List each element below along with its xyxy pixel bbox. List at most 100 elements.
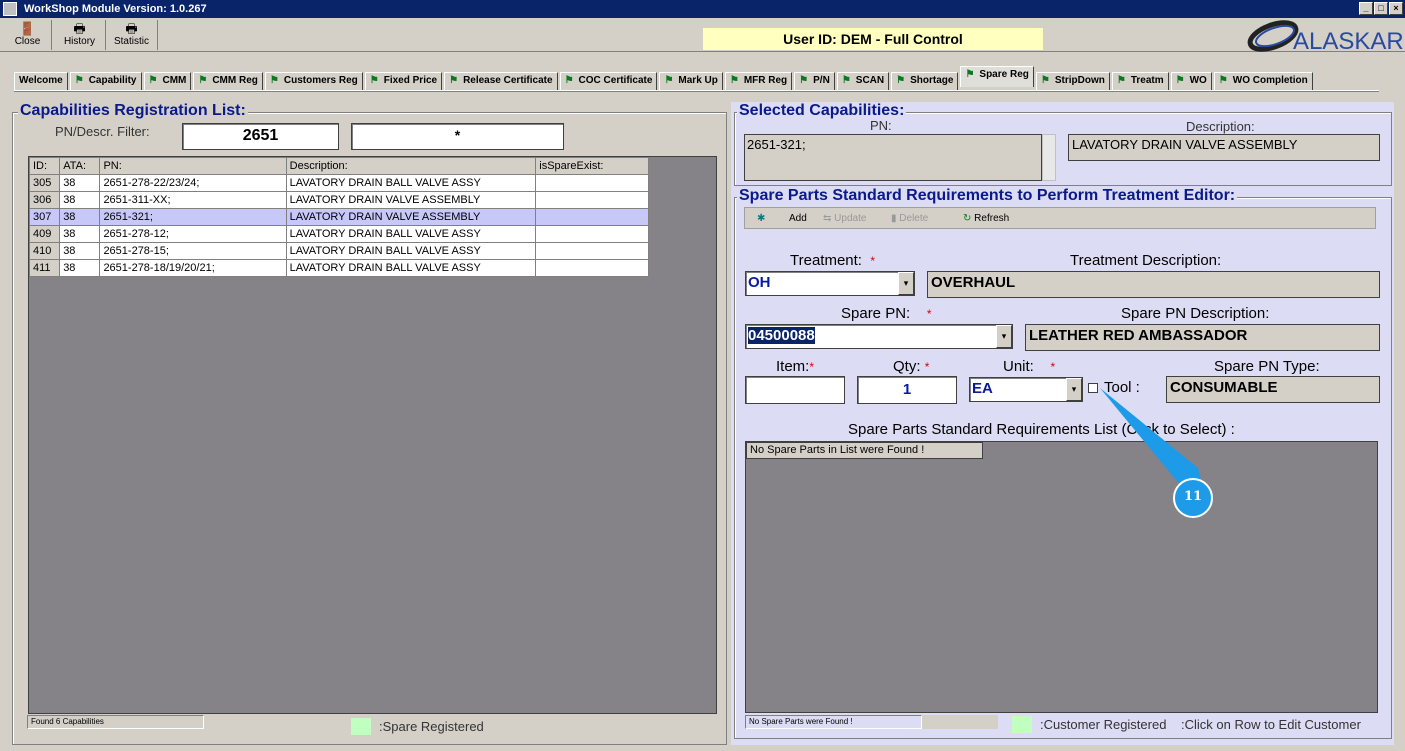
spare-pn-select[interactable]: 04500088 ▾ xyxy=(745,324,1013,349)
tab-cmm[interactable]: ⚑ CMM xyxy=(143,72,192,90)
required-mark: * xyxy=(870,254,875,268)
qty-input[interactable]: 1 xyxy=(857,376,957,404)
table-cell: LAVATORY DRAIN BALL VALVE ASSY xyxy=(285,259,537,277)
table-cell xyxy=(535,191,649,209)
statistic-button[interactable]: 🖶 Statistic xyxy=(106,20,158,50)
tab-divider xyxy=(14,90,1379,92)
table-row[interactable]: 409 38 2651-278-12; LAVATORY DRAIN BALL VAL… xyxy=(28,225,649,243)
unit-label-text: Unit: xyxy=(1003,358,1034,375)
capabilities-status: Found 6 Capabilities xyxy=(27,715,204,729)
treatment-select[interactable]: OH ▾ xyxy=(745,271,915,296)
close-window-button[interactable]: × xyxy=(1389,2,1403,15)
flag-icon: ⚑ xyxy=(799,75,809,86)
table-cell: LAVATORY DRAIN BALL VALVE ASSY xyxy=(285,174,537,192)
column-header[interactable]: Description: xyxy=(285,157,537,175)
tab-label: Treatm xyxy=(1130,75,1164,86)
history-button[interactable]: 🖶 History xyxy=(54,20,106,50)
tab-spare-reg[interactable]: ⚑ Spare Reg xyxy=(960,66,1034,87)
table-cell xyxy=(535,242,649,260)
required-mark: * xyxy=(1050,360,1056,374)
editor-toolbar: ✱ Add ⇆ Update ▮ Delete ↻ Refresh xyxy=(744,207,1376,229)
table-cell: 2651-321; xyxy=(99,208,287,226)
tab-label: Mark Up xyxy=(678,75,718,86)
history-label: History xyxy=(63,36,96,47)
close-button[interactable]: 🚪 Close xyxy=(4,20,52,50)
refresh-button[interactable]: ↻ Refresh xyxy=(963,211,1009,227)
tab-stripdown[interactable]: ⚑ StripDown xyxy=(1035,72,1110,90)
tab-wo-completion[interactable]: ⚑ WO Completion xyxy=(1213,72,1313,90)
table-row[interactable]: 411 38 2651-278-18/19/20/21; LAVATORY DRAIN… xyxy=(28,259,649,277)
delete-button[interactable]: ▮ Delete xyxy=(891,211,928,227)
tab-p-n[interactable]: ⚑ P/N xyxy=(794,72,835,90)
tab-capability[interactable]: ⚑ Capability xyxy=(69,72,142,90)
tab-customers-reg[interactable]: ⚑ Customers Reg xyxy=(264,72,363,90)
item-label: Item:* xyxy=(776,358,814,375)
table-cell: 411 xyxy=(28,259,61,277)
tab-label: Capability xyxy=(88,75,137,86)
tab-mark-up[interactable]: ⚑ Mark Up xyxy=(659,72,723,90)
edit-customer-hint: :Click on Row to Edit Customer xyxy=(1181,717,1361,732)
flag-icon: ⚑ xyxy=(729,75,739,86)
flag-icon: ⚑ xyxy=(269,75,279,86)
tab-label: SCAN xyxy=(855,75,885,86)
refresh-icon: ↻ xyxy=(963,213,972,224)
tab-welcome[interactable]: Welcome xyxy=(14,72,68,90)
table-cell: 38 xyxy=(59,242,101,260)
treatment-desc-field: OVERHAUL xyxy=(927,271,1380,298)
tab-scan[interactable]: ⚑ SCAN xyxy=(836,72,890,90)
column-header[interactable]: ATA: xyxy=(59,157,101,175)
tab-treatm[interactable]: ⚑ Treatm xyxy=(1111,72,1169,90)
table-cell: 2651-278-12; xyxy=(99,225,287,243)
table-cell: LAVATORY DRAIN VALVE ASSEMBLY xyxy=(285,208,537,226)
item-label-text: Item: xyxy=(776,358,810,375)
minimize-button[interactable]: _ xyxy=(1359,2,1373,15)
pn-label: PN: xyxy=(870,118,892,133)
column-header[interactable]: ID: xyxy=(28,157,61,175)
chevron-down-icon[interactable]: ▾ xyxy=(898,272,914,295)
tab-mfr-reg[interactable]: ⚑ MFR Reg xyxy=(724,72,793,90)
tab-cmm-reg[interactable]: ⚑ CMM Reg xyxy=(193,72,263,90)
chevron-down-icon[interactable]: ▾ xyxy=(996,325,1012,348)
annotation-number: 11 xyxy=(1183,489,1203,504)
spare-registered-legend: :Spare Registered xyxy=(379,719,484,734)
table-row[interactable]: 307 38 2651-321; LAVATORY DRAIN VALVE ASSEM… xyxy=(28,208,649,226)
add-button[interactable]: Add xyxy=(789,211,807,227)
printer-icon: 🖶 xyxy=(73,21,86,36)
tab-label: MFR Reg xyxy=(743,75,788,86)
column-header[interactable]: PN: xyxy=(99,157,287,175)
spare-pn-value: 04500088 xyxy=(748,327,815,344)
svg-text:ALASKAR: ALASKAR xyxy=(1293,28,1404,52)
table-row[interactable]: 306 38 2651-311-XX; LAVATORY DRAIN VALVE AS… xyxy=(28,191,649,209)
tab-label: Welcome xyxy=(19,75,63,86)
pn-filter-input[interactable]: 2651 xyxy=(182,123,339,150)
table-cell: 2651-278-22/23/24; xyxy=(99,174,287,192)
pn-scrollbar[interactable] xyxy=(1042,134,1056,181)
tab-fixed-price[interactable]: ⚑ Fixed Price xyxy=(364,72,443,90)
editor-title: Spare Parts Standard Requirements to Per… xyxy=(737,187,1238,205)
unit-select[interactable]: EA ▾ xyxy=(969,377,1083,402)
printer-icon: 🖶 xyxy=(125,21,138,36)
column-header[interactable]: isSpareExist: xyxy=(535,157,649,175)
flag-icon: ⚑ xyxy=(664,75,674,86)
capabilities-grid: ID: ATA: PN: Description: isSpareExist: 305 38… xyxy=(28,156,717,714)
tab-coc-certificate[interactable]: ⚑ COC Certificate xyxy=(559,72,658,90)
tab-label: WO xyxy=(1189,75,1207,86)
spare-parts-grid: No Spare Parts in List were Found ! xyxy=(745,441,1378,713)
chevron-down-icon[interactable]: ▾ xyxy=(1066,378,1082,401)
tab-shortage[interactable]: ⚑ Shortage xyxy=(891,72,959,90)
tab-release-certificate[interactable]: ⚑ Release Certificate xyxy=(444,72,558,90)
description-filter-input[interactable]: * xyxy=(351,123,564,150)
table-row[interactable]: 410 38 2651-278-15; LAVATORY DRAIN BALL VAL… xyxy=(28,242,649,260)
table-row[interactable]: 305 38 2651-278-22/23/24; LAVATORY DRAIN BA… xyxy=(28,174,649,192)
table-cell: 307 xyxy=(28,208,61,226)
spare-pn-desc-field: LEATHER RED AMBASSADOR xyxy=(1025,324,1380,351)
spare-pn-label: Spare PN: * xyxy=(841,305,932,322)
restore-button[interactable]: □ xyxy=(1374,2,1388,15)
update-button[interactable]: ⇆ Update xyxy=(823,211,866,227)
table-cell: 2651-278-15; xyxy=(99,242,287,260)
delete-label: Delete xyxy=(899,213,929,224)
tab-label: StripDown xyxy=(1054,75,1105,86)
item-input[interactable] xyxy=(745,376,845,404)
tab-wo[interactable]: ⚑ WO xyxy=(1170,72,1212,90)
refresh-label: Refresh xyxy=(974,213,1010,224)
